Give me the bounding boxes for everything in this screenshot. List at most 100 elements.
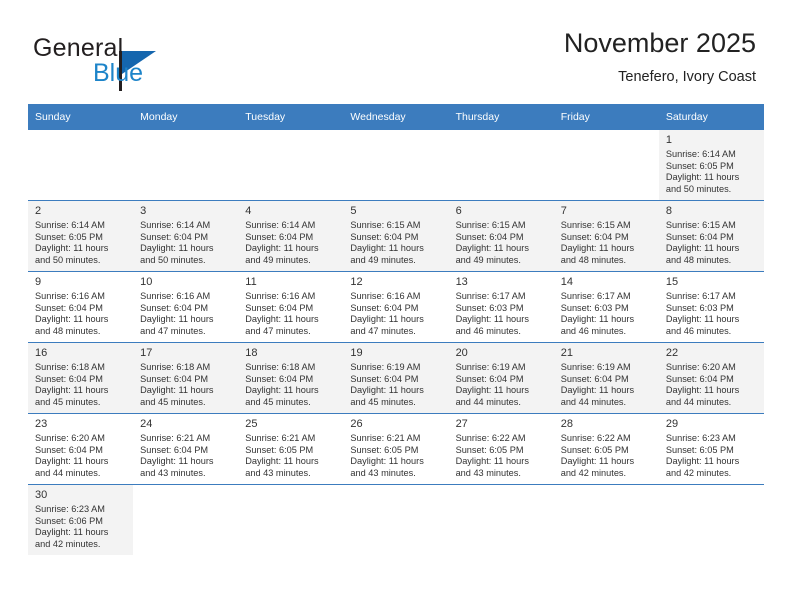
day-details: Sunrise: 6:16 AM Sunset: 6:04 PM Daylight:… <box>350 290 442 337</box>
day-details: Sunrise: 6:17 AM Sunset: 6:03 PM Daylight:… <box>561 290 653 337</box>
daylight-duration-line1: Daylight: 11 hours <box>560 314 635 325</box>
day-number: 6 <box>455 205 462 217</box>
calendar-day-cell[interactable]: 10 Sunrise: 6:16 AM Sunset: 6:04 PM Dayligh… <box>133 271 239 342</box>
day-cell-inner <box>343 484 449 555</box>
calendar-week-row: 23 Sunrise: 6:20 AM Sunset: 6:04 PM Dayligh… <box>28 413 764 484</box>
calendar-day-cell[interactable]: 1 Sunrise: 6:14 AM Sunset: 6:05 PM Daylight… <box>658 129 764 200</box>
calendar-day-cell[interactable]: 24 Sunrise: 6:21 AM Sunset: 6:04 PM Dayligh… <box>133 413 239 484</box>
sunset-time: Sunset: 6:04 PM <box>560 373 629 384</box>
calendar-day-cell[interactable]: 26 Sunrise: 6:21 AM Sunset: 6:05 PM Dayligh… <box>343 413 449 484</box>
calendar-day-cell[interactable]: 15 Sunrise: 6:17 AM Sunset: 6:03 PM Dayligh… <box>658 271 764 342</box>
calendar-day-cell[interactable]: 23 Sunrise: 6:20 AM Sunset: 6:04 PM Dayligh… <box>28 413 134 484</box>
calendar-day-cell[interactable]: 30 Sunrise: 6:23 AM Sunset: 6:06 PM Dayligh… <box>28 484 134 555</box>
sunset-time: Sunset: 6:03 PM <box>665 302 734 313</box>
calendar-header-row: Sunday Monday Tuesday Wednesday Thursday… <box>28 104 764 129</box>
day-details: Sunrise: 6:16 AM Sunset: 6:04 PM Daylight:… <box>35 290 127 337</box>
day-details: Sunrise: 6:20 AM Sunset: 6:04 PM Daylight:… <box>666 361 758 408</box>
calendar-day-cell[interactable]: 20 Sunrise: 6:19 AM Sunset: 6:04 PM Dayligh… <box>448 342 554 413</box>
sunset-time: Sunset: 6:04 PM <box>245 373 314 384</box>
calendar-day-cell[interactable]: 28 Sunrise: 6:22 AM Sunset: 6:05 PM Dayligh… <box>553 413 659 484</box>
day-cell-inner <box>238 129 344 200</box>
daylight-duration-line2: and 46 minutes. <box>455 325 521 336</box>
calendar-day-cell[interactable]: 21 Sunrise: 6:19 AM Sunset: 6:04 PM Dayligh… <box>553 342 659 413</box>
day-number: 17 <box>140 347 153 359</box>
daylight-duration-line1: Daylight: 11 hours <box>245 456 319 467</box>
day-number <box>140 485 232 503</box>
day-details: Sunrise: 6:17 AM Sunset: 6:03 PM Daylight:… <box>456 290 548 337</box>
sunset-time: Sunset: 6:04 PM <box>35 444 103 455</box>
sunset-time: Sunset: 6:04 PM <box>455 231 524 242</box>
sunrise-time: Sunrise: 6:18 AM <box>140 362 211 372</box>
day-cell-inner: 22 Sunrise: 6:20 AM Sunset: 6:04 PM Dayligh… <box>658 342 764 413</box>
sunrise-time: Sunrise: 6:19 AM <box>560 362 631 372</box>
day-cell-inner <box>553 129 659 200</box>
calendar-day-cell[interactable]: 11 Sunrise: 6:16 AM Sunset: 6:04 PM Dayligh… <box>238 271 344 342</box>
calendar-page: General Blue November 2025 Tenefero, Ivo… <box>0 0 792 612</box>
daylight-duration-line2: and 43 minutes. <box>455 467 521 478</box>
page-title: November 2025 <box>563 28 756 58</box>
daylight-duration-line2: and 50 minutes. <box>140 254 206 265</box>
calendar-day-cell[interactable]: 27 Sunrise: 6:22 AM Sunset: 6:05 PM Dayligh… <box>448 413 554 484</box>
day-details: Sunrise: 6:21 AM Sunset: 6:05 PM Daylight:… <box>350 432 442 479</box>
calendar-day-cell-empty <box>343 484 449 555</box>
day-cell-inner <box>658 484 764 555</box>
day-number: 29 <box>665 418 679 430</box>
sunrise-time: Sunrise: 6:16 AM <box>35 291 105 301</box>
day-cell-inner <box>133 129 239 200</box>
calendar-day-cell[interactable]: 13 Sunrise: 6:17 AM Sunset: 6:03 PM Dayligh… <box>448 271 554 342</box>
day-details: Sunrise: 6:15 AM Sunset: 6:04 PM Daylight:… <box>456 219 548 266</box>
daylight-duration-line1: Daylight: 11 hours <box>455 456 529 467</box>
day-cell-inner: 21 Sunrise: 6:19 AM Sunset: 6:04 PM Dayligh… <box>553 342 659 413</box>
sunrise-time: Sunrise: 6:22 AM <box>560 433 631 443</box>
daylight-duration-line1: Daylight: 11 hours <box>665 314 740 325</box>
calendar-day-cell[interactable]: 25 Sunrise: 6:21 AM Sunset: 6:05 PM Dayligh… <box>238 413 344 484</box>
calendar-day-cell[interactable]: 19 Sunrise: 6:19 AM Sunset: 6:04 PM Dayligh… <box>343 342 449 413</box>
daylight-duration-line1: Daylight: 11 hours <box>350 243 424 254</box>
sunrise-time: Sunrise: 6:19 AM <box>350 362 421 372</box>
calendar-day-cell[interactable]: 29 Sunrise: 6:23 AM Sunset: 6:05 PM Dayligh… <box>658 413 764 484</box>
calendar-day-cell[interactable]: 8 Sunrise: 6:15 AM Sunset: 6:04 PM Daylight… <box>658 200 764 271</box>
day-details: Sunrise: 6:19 AM Sunset: 6:04 PM Daylight:… <box>350 361 442 408</box>
sunset-time: Sunset: 6:04 PM <box>140 231 209 242</box>
sunrise-time: Sunrise: 6:16 AM <box>245 291 316 301</box>
sunset-time: Sunset: 6:04 PM <box>140 302 209 313</box>
sunset-time: Sunset: 6:05 PM <box>665 160 734 171</box>
sunset-time: Sunset: 6:05 PM <box>665 444 734 455</box>
day-cell-inner: 23 Sunrise: 6:20 AM Sunset: 6:04 PM Dayligh… <box>28 413 134 484</box>
calendar-day-cell[interactable]: 9 Sunrise: 6:16 AM Sunset: 6:04 PM Daylight… <box>28 271 134 342</box>
calendar-day-cell[interactable]: 4 Sunrise: 6:14 AM Sunset: 6:04 PM Daylight… <box>238 200 344 271</box>
day-details: Sunrise: 6:20 AM Sunset: 6:04 PM Daylight:… <box>35 432 127 479</box>
daylight-duration-line2: and 44 minutes. <box>455 396 521 407</box>
daylight-duration-line2: and 44 minutes. <box>665 396 732 407</box>
calendar-day-cell[interactable]: 16 Sunrise: 6:18 AM Sunset: 6:04 PM Dayligh… <box>28 342 134 413</box>
daylight-duration-line1: Daylight: 11 hours <box>665 456 740 467</box>
day-number: 1 <box>665 134 672 146</box>
calendar-week-row: 9 Sunrise: 6:16 AM Sunset: 6:04 PM Daylight… <box>28 271 764 342</box>
calendar-day-cell[interactable]: 17 Sunrise: 6:18 AM Sunset: 6:04 PM Dayligh… <box>133 342 239 413</box>
day-number <box>350 130 442 148</box>
calendar-day-cell[interactable]: 2 Sunrise: 6:14 AM Sunset: 6:05 PM Daylight… <box>28 200 134 271</box>
daylight-duration-line2: and 45 minutes. <box>350 396 416 407</box>
daylight-duration-line2: and 47 minutes. <box>245 325 311 336</box>
calendar-day-cell[interactable]: 12 Sunrise: 6:16 AM Sunset: 6:04 PM Dayligh… <box>343 271 449 342</box>
daylight-duration-line1: Daylight: 11 hours <box>140 314 214 325</box>
daylight-duration-line2: and 42 minutes. <box>560 467 627 478</box>
sunset-time: Sunset: 6:04 PM <box>665 373 734 384</box>
day-details: Sunrise: 6:18 AM Sunset: 6:04 PM Daylight:… <box>140 361 232 408</box>
daylight-duration-line1: Daylight: 11 hours <box>140 385 214 396</box>
day-number: 13 <box>455 276 468 288</box>
sunrise-time: Sunrise: 6:14 AM <box>35 220 105 230</box>
calendar-day-cell[interactable]: 18 Sunrise: 6:18 AM Sunset: 6:04 PM Dayligh… <box>238 342 344 413</box>
sunset-time: Sunset: 6:04 PM <box>455 373 524 384</box>
daylight-duration-line1: Daylight: 11 hours <box>245 385 319 396</box>
calendar-day-cell[interactable]: 22 Sunrise: 6:20 AM Sunset: 6:04 PM Dayligh… <box>658 342 764 413</box>
calendar-day-cell[interactable]: 5 Sunrise: 6:15 AM Sunset: 6:04 PM Daylight… <box>343 200 449 271</box>
calendar-day-cell[interactable]: 3 Sunrise: 6:14 AM Sunset: 6:04 PM Daylight… <box>133 200 239 271</box>
calendar-day-cell[interactable]: 7 Sunrise: 6:15 AM Sunset: 6:04 PM Daylight… <box>553 200 659 271</box>
calendar-day-cell-empty <box>133 129 239 200</box>
calendar-day-cell[interactable]: 14 Sunrise: 6:17 AM Sunset: 6:03 PM Dayligh… <box>553 271 659 342</box>
calendar-day-cell[interactable]: 6 Sunrise: 6:15 AM Sunset: 6:04 PM Daylight… <box>448 200 554 271</box>
sunset-time: Sunset: 6:06 PM <box>35 515 103 526</box>
calendar-day-cell-empty <box>238 129 344 200</box>
brand-logo[interactable]: General Blue <box>33 34 263 94</box>
